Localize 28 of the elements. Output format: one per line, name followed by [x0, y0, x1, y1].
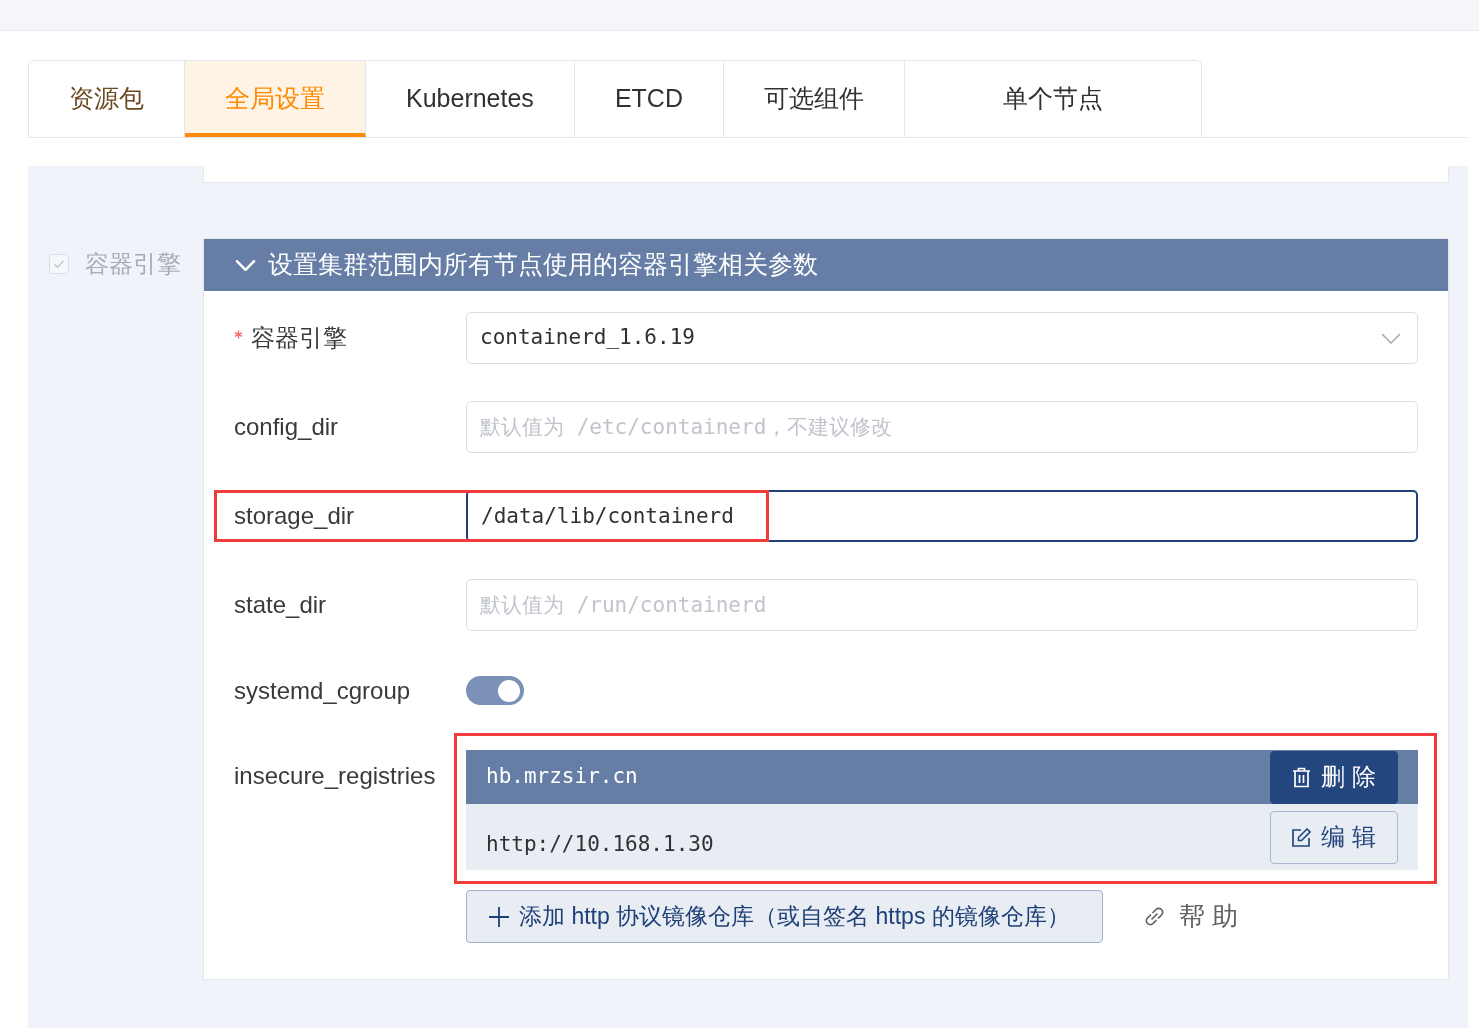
text-field[interactable]: 默认值为 /run/containerd	[466, 579, 1418, 631]
field-label: state_dir	[234, 590, 327, 620]
tab[interactable]: 资源包	[29, 61, 185, 137]
chevron-down-icon[interactable]	[1381, 332, 1401, 344]
help-link[interactable]: 帮 助	[1143, 897, 1239, 936]
field-label: 容器引擎	[251, 323, 347, 353]
registry-row[interactable]: http://10.168.1.30 编 辑	[466, 804, 1418, 870]
registry-address: http://10.168.1.30	[486, 830, 714, 858]
delete-button[interactable]: 删 除	[1270, 750, 1398, 804]
field-label: systemd_cgroup	[234, 675, 411, 706]
link-icon	[1143, 906, 1165, 927]
field-label: insecure_registries	[234, 761, 436, 791]
toggle-switch[interactable]	[466, 676, 524, 705]
edit-icon	[1292, 827, 1312, 847]
switch-knob[interactable]	[498, 679, 520, 702]
text-field[interactable]: /data/lib/containerd	[466, 490, 1418, 542]
edit-button[interactable]: 编 辑	[1270, 810, 1398, 864]
text-field[interactable]: 默认值为 /etc/containerd，不建议修改	[466, 401, 1418, 453]
registry-row[interactable]: hb.mrzsir.cn 删 除	[466, 750, 1418, 804]
plus-icon	[489, 906, 509, 927]
field-label: storage_dir	[234, 501, 355, 531]
section-header[interactable]: 设置集群范围内所有节点使用的容器引擎相关参数	[204, 239, 1448, 291]
add-registry-button[interactable]: 添加 http 协议镜像仓库（或自签名 https 的镜像仓库）	[466, 890, 1103, 943]
select-field[interactable]: containerd_1.6.19	[466, 312, 1418, 364]
registry-address: hb.mrzsir.cn	[486, 763, 638, 791]
field-label: config_dir	[234, 412, 339, 442]
trash-icon	[1292, 766, 1312, 788]
checkbox-label: 容器引擎	[85, 249, 181, 279]
